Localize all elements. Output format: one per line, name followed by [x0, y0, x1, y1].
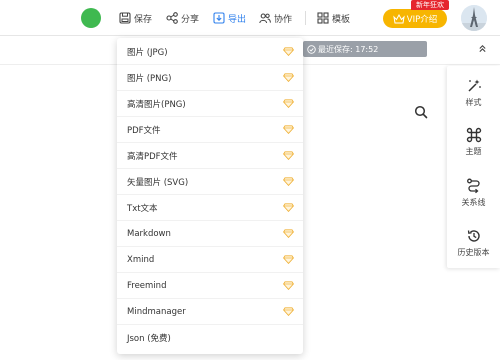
vip-label: VIP介绍 — [406, 14, 438, 25]
vip-diamond-icon — [283, 125, 294, 134]
menu-item-label: Txt文本 — [127, 203, 158, 214]
vip-button[interactable]: VIP介绍 — [383, 9, 447, 28]
side-item-history-label: 历史版本 — [457, 248, 490, 257]
collaborate-label: 协作 — [274, 14, 293, 25]
menu-item-export-hd-png[interactable]: 高清图片(PNG) — [117, 91, 303, 117]
export-icon — [213, 12, 225, 24]
save-button[interactable]: 保存 — [119, 10, 152, 26]
check-circle-icon — [307, 44, 316, 54]
menu-item-export-markdown[interactable]: Markdown — [117, 221, 303, 247]
menu-item-label: Json (免费) — [127, 334, 171, 344]
side-item-style-label: 样式 — [465, 98, 482, 107]
magic-wand-icon — [467, 79, 481, 92]
menu-item-export-json[interactable]: Json (免费) — [117, 325, 303, 351]
vip-diamond-icon — [283, 151, 294, 160]
menu-item-export-xmind[interactable]: Xmind — [117, 247, 303, 273]
vip-diamond-icon — [283, 177, 294, 186]
menu-item-export-jpg[interactable]: 图片 (JPG) — [117, 39, 303, 65]
menu-item-label: 矢量图片 (SVG) — [127, 177, 189, 188]
menu-item-label: Markdown — [127, 228, 171, 239]
save-label: 保存 — [134, 14, 153, 25]
menu-item-export-svg[interactable]: 矢量图片 (SVG) — [117, 169, 303, 195]
command-icon — [466, 127, 481, 143]
avatar[interactable] — [461, 5, 487, 31]
eiffel-tower-avatar-icon — [461, 5, 487, 31]
autosave-status: 最近保存: 17:52 — [303, 41, 427, 57]
save-icon — [119, 12, 131, 24]
share-icon — [166, 12, 178, 24]
menu-item-label: 图片 (PNG) — [127, 73, 172, 84]
menu-item-export-png[interactable]: 图片 (PNG) — [117, 65, 303, 91]
side-item-history[interactable]: 历史版本 — [447, 228, 500, 268]
side-item-style[interactable]: 样式 — [447, 78, 500, 118]
menu-item-label: Xmind — [127, 254, 155, 265]
menu-item-label: 图片 (JPG) — [127, 47, 168, 58]
vip-diamond-icon — [283, 203, 294, 212]
collapse-up-icon[interactable] — [478, 44, 487, 56]
export-button[interactable]: 导出 — [213, 10, 246, 26]
search-icon[interactable] — [414, 104, 428, 119]
vip-diamond-icon — [283, 229, 294, 238]
side-item-theme-label: 主题 — [465, 147, 482, 156]
export-dropdown-menu: 图片 (JPG) 图片 (PNG) 高清图片(PNG) PDF文件 高清PDF文… — [117, 38, 303, 354]
vip-diamond-icon — [283, 255, 294, 264]
menu-item-export-pdf[interactable]: PDF文件 — [117, 117, 303, 143]
menu-item-label: PDF文件 — [127, 125, 161, 136]
status-dot — [81, 8, 101, 28]
autosave-text: 最近保存: 17:52 — [318, 44, 379, 54]
side-panel: 样式 主题 关系线 历史版本 — [447, 66, 500, 268]
crown-icon — [393, 13, 405, 23]
menu-item-label: 高清图片(PNG) — [127, 99, 186, 110]
history-icon — [467, 230, 480, 242]
template-button[interactable]: 模板 — [317, 10, 350, 26]
menu-item-export-freemind[interactable]: Freemind — [117, 273, 303, 299]
vip-diamond-icon — [283, 281, 294, 290]
collaborate-icon — [259, 13, 271, 24]
vip-diamond-icon — [283, 307, 294, 316]
vip-diamond-icon — [283, 47, 294, 56]
side-item-theme[interactable]: 主题 — [447, 127, 500, 167]
relation-line-icon — [466, 178, 480, 194]
collaborate-button[interactable]: 协作 — [259, 10, 292, 26]
promo-badge: 新年狂欢 — [411, 0, 449, 10]
menu-item-export-mindmanager[interactable]: Mindmanager — [117, 299, 303, 325]
menu-item-export-txt[interactable]: Txt文本 — [117, 195, 303, 221]
toolbar-divider — [305, 11, 306, 25]
export-label: 导出 — [228, 14, 247, 25]
top-toolbar: 保存 分享 导出 协作 模板 VIP介绍 新年狂欢 — [0, 0, 500, 36]
vip-diamond-icon — [283, 73, 294, 82]
template-label: 模板 — [332, 14, 351, 25]
menu-item-label: Mindmanager — [127, 306, 186, 317]
vip-diamond-icon — [283, 99, 294, 108]
menu-item-label: 高清PDF文件 — [127, 151, 178, 162]
menu-item-export-hd-pdf[interactable]: 高清PDF文件 — [117, 143, 303, 169]
template-icon — [317, 12, 329, 24]
side-item-relation-line[interactable]: 关系线 — [447, 178, 500, 218]
share-button[interactable]: 分享 — [166, 10, 199, 26]
share-label: 分享 — [181, 14, 200, 25]
side-item-relation-line-label: 关系线 — [461, 198, 486, 207]
menu-item-label: Freemind — [127, 280, 167, 291]
